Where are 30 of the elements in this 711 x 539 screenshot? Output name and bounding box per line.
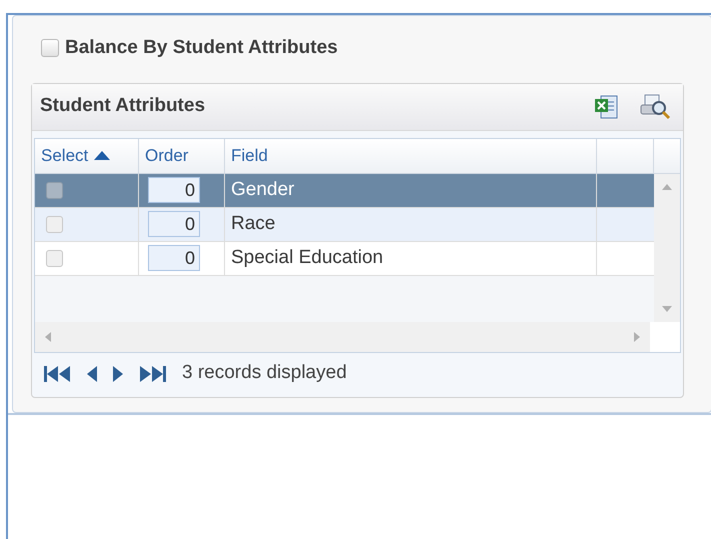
panel-title: Student Attributes — [40, 94, 206, 118]
scroll-left-icon[interactable] — [45, 332, 51, 342]
next-page-icon[interactable] — [112, 366, 124, 382]
table-cell-text: Special Education — [231, 246, 384, 270]
checkbox[interactable] — [41, 39, 59, 58]
print-preview-icon[interactable] — [639, 92, 671, 120]
horizontal-scrollbar[interactable] — [35, 322, 650, 352]
checkbox[interactable] — [46, 216, 63, 232]
column-header[interactable]: Order — [145, 142, 188, 168]
column-header[interactable]: Field — [231, 142, 268, 168]
vertical-scrollbar[interactable] — [654, 174, 680, 322]
checkbox[interactable] — [46, 250, 63, 266]
record-count: 3 records displayed — [182, 361, 347, 386]
column-header[interactable]: Select — [41, 142, 88, 168]
scroll-right-icon[interactable] — [634, 332, 640, 342]
checkbox[interactable] — [46, 182, 63, 198]
previous-page-icon[interactable] — [86, 366, 98, 382]
table-row[interactable]: 0 Race — [35, 208, 654, 242]
last-page-icon[interactable] — [138, 366, 166, 382]
scroll-up-icon[interactable] — [662, 184, 672, 190]
first-page-icon[interactable] — [44, 366, 72, 382]
table-cell-text: Race — [231, 212, 276, 236]
table-row[interactable]: 0 Special Education — [35, 242, 654, 276]
table-row[interactable]: 0 Gender — [35, 174, 654, 208]
order-field[interactable]: 0 — [148, 211, 200, 237]
order-field[interactable]: 0 — [148, 245, 200, 271]
order-field[interactable]: 0 — [148, 177, 200, 203]
table-cell-text: Gender — [231, 178, 294, 202]
checkbox-label: Balance By Student Attributes — [65, 36, 338, 60]
scroll-down-icon[interactable] — [662, 306, 672, 312]
